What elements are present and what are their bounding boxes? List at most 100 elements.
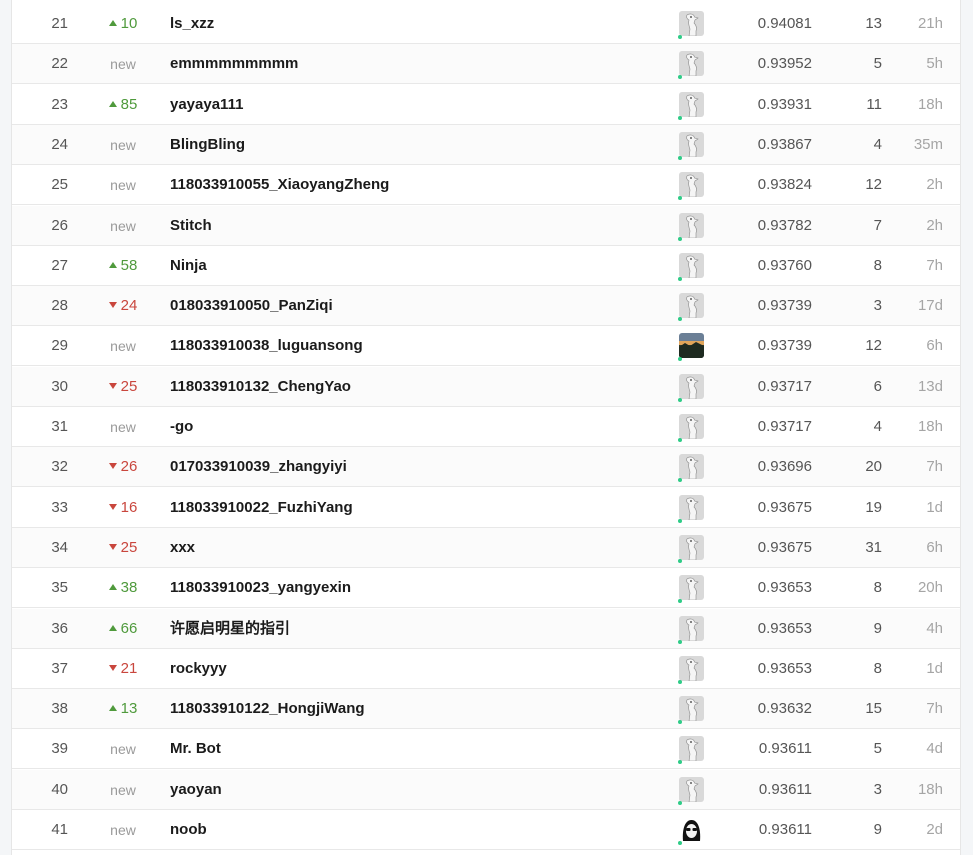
score: 0.93653 <box>757 579 812 597</box>
team-name[interactable]: rockyyy <box>170 649 650 689</box>
team-avatar[interactable] <box>678 414 704 442</box>
team-name[interactable]: 017033910039_zhangyiyi <box>170 447 650 487</box>
team-avatar[interactable] <box>678 131 704 160</box>
rank-change: 26 <box>88 447 158 487</box>
table-row[interactable]: 41 new noob 0.93611 9 2d <box>12 810 960 850</box>
entries-count: 11 <box>866 95 882 113</box>
team-name[interactable]: 许愿启明星的指引 <box>170 609 650 649</box>
team-name[interactable]: 118033910122_HongjiWang <box>170 689 650 729</box>
team-name[interactable]: ls_xzz <box>170 4 650 44</box>
online-status-dot <box>678 639 682 644</box>
table-row[interactable]: 33 16 118033910022_FuzhiYang 0.93675 19 1d <box>12 488 960 528</box>
last-submission: 18h <box>917 780 943 798</box>
rank-change: 66 <box>88 609 158 649</box>
team-avatar[interactable] <box>678 655 704 684</box>
team-avatar[interactable] <box>678 736 704 765</box>
table-row[interactable]: 38 13 118033910122_HongjiWang 0.93632 15 7h <box>12 689 960 730</box>
rank-change: 24 <box>88 286 158 326</box>
team-avatar[interactable] <box>678 534 704 563</box>
table-row[interactable]: 28 24 018033910050_PanZiqi 0.93739 3 17d <box>12 286 960 327</box>
table-row[interactable]: 26 new Stitch 0.93782 7 2h <box>12 205 960 246</box>
last-submission: 6h <box>926 337 943 355</box>
rank-change: 38 <box>88 568 158 608</box>
table-row[interactable]: 40 new yaoyan 0.93611 3 18h <box>12 769 960 810</box>
team-avatar[interactable] <box>678 615 704 644</box>
team-name[interactable]: yayaya111 <box>170 85 650 125</box>
team-name[interactable]: Mr. Bot <box>170 729 650 769</box>
team-avatar[interactable] <box>678 252 704 281</box>
team-avatar[interactable] <box>678 454 704 483</box>
team-avatar[interactable] <box>678 293 704 322</box>
team-avatar[interactable] <box>678 91 704 120</box>
team-avatar[interactable] <box>678 172 704 201</box>
table-row[interactable]: 22 new emmmmmmmmm 0.93952 5 5h <box>12 44 960 85</box>
team-avatar[interactable] <box>678 51 704 80</box>
arrow-up-icon <box>108 624 117 631</box>
table-row[interactable]: 27 58 Ninja 0.93760 8 7h <box>12 246 960 286</box>
team-name[interactable]: BlingBling <box>170 125 650 165</box>
entries-count: 13 <box>865 15 882 32</box>
team-avatar[interactable] <box>678 212 704 241</box>
landscape-photo-avatar-icon <box>679 333 704 359</box>
goose-avatar-icon <box>679 131 704 157</box>
team-name[interactable]: noob <box>170 810 650 850</box>
score: 0.93611 <box>758 740 812 758</box>
rank-change-value: 58 <box>120 256 138 274</box>
table-row[interactable]: 35 38 118033910023_yangyexin 0.93653 8 20h <box>12 568 960 609</box>
rank-number: 23 <box>51 95 68 113</box>
team-name[interactable]: yaoyan <box>170 770 650 810</box>
team-name[interactable]: -go <box>170 407 650 447</box>
goose-avatar-icon <box>679 252 704 278</box>
table-row[interactable]: 39 new Mr. Bot 0.93611 5 4d <box>12 729 960 770</box>
team-name[interactable]: xxx <box>170 528 650 568</box>
goose-avatar-icon <box>679 172 704 198</box>
table-row[interactable]: 23 85 yayaya111 0.93931 11 18h <box>12 85 960 125</box>
table-row[interactable]: 34 25 xxx 0.93675 31 6h <box>12 527 960 568</box>
goose-avatar-icon <box>679 736 704 762</box>
team-name[interactable]: Ninja <box>170 246 650 286</box>
team-avatar[interactable] <box>678 575 704 604</box>
last-submission: 18h <box>917 95 943 113</box>
team-name[interactable]: emmmmmmmmm <box>170 44 650 84</box>
team-name[interactable]: 118033910038_luguansong <box>170 326 650 366</box>
table-row[interactable]: 21 10 ls_xzz 0.94081 13 21h <box>12 4 960 44</box>
table-row[interactable]: 32 26 017033910039_zhangyiyi 0.93696 20 7h <box>12 447 960 488</box>
entries-count: 12 <box>865 176 882 194</box>
table-row[interactable]: 37 21 rockyyy 0.93653 8 1d <box>12 649 960 689</box>
rank-number: 24 <box>51 135 68 153</box>
entries-count: 20 <box>865 458 882 476</box>
team-avatar[interactable] <box>678 776 704 805</box>
table-row[interactable]: 31 new -go 0.93717 4 18h <box>12 407 960 447</box>
rank-change-value: 24 <box>120 297 138 315</box>
team-avatar[interactable] <box>678 494 704 523</box>
online-status-dot <box>678 155 682 160</box>
team-name[interactable]: Stitch <box>170 206 650 246</box>
goose-avatar-icon <box>679 454 704 480</box>
rank-change: new <box>88 729 158 769</box>
rank-change: 10 <box>88 4 158 44</box>
team-name[interactable]: 018033910050_PanZiqi <box>170 286 650 326</box>
table-row[interactable]: 29 new 118033910038_luguansong 0.93739 12 6h <box>12 326 960 367</box>
score: 0.93739 <box>757 297 812 315</box>
team-avatar[interactable] <box>678 817 704 845</box>
team-name[interactable]: 118033910023_yangyexin <box>170 568 650 608</box>
table-row[interactable]: 36 66 许愿启明星的指引 0.93653 9 4h <box>12 608 960 649</box>
rank-change-value: 16 <box>120 498 138 516</box>
score: 0.93611 <box>758 821 812 838</box>
table-row[interactable]: 25 new 118033910055_XiaoyangZheng 0.93824 12… <box>12 165 960 206</box>
team-avatar[interactable] <box>678 333 704 362</box>
rank-number: 27 <box>51 256 68 274</box>
goose-avatar-icon <box>679 615 704 641</box>
team-avatar[interactable] <box>678 11 704 39</box>
score: 0.93782 <box>757 216 812 234</box>
team-name[interactable]: 118033910022_FuzhiYang <box>170 488 650 528</box>
rank-number: 40 <box>51 780 68 798</box>
table-row[interactable]: 30 25 118033910132_ChengYao 0.93717 6 13d <box>12 366 960 407</box>
table-row[interactable]: 24 new BlingBling 0.93867 4 35m <box>12 124 960 165</box>
arrow-down-icon <box>108 503 117 510</box>
team-avatar[interactable] <box>678 373 704 402</box>
team-avatar[interactable] <box>678 696 704 725</box>
arrow-up-icon <box>108 20 117 27</box>
team-name[interactable]: 118033910055_XiaoyangZheng <box>170 165 650 205</box>
team-name[interactable]: 118033910132_ChengYao <box>170 367 650 407</box>
